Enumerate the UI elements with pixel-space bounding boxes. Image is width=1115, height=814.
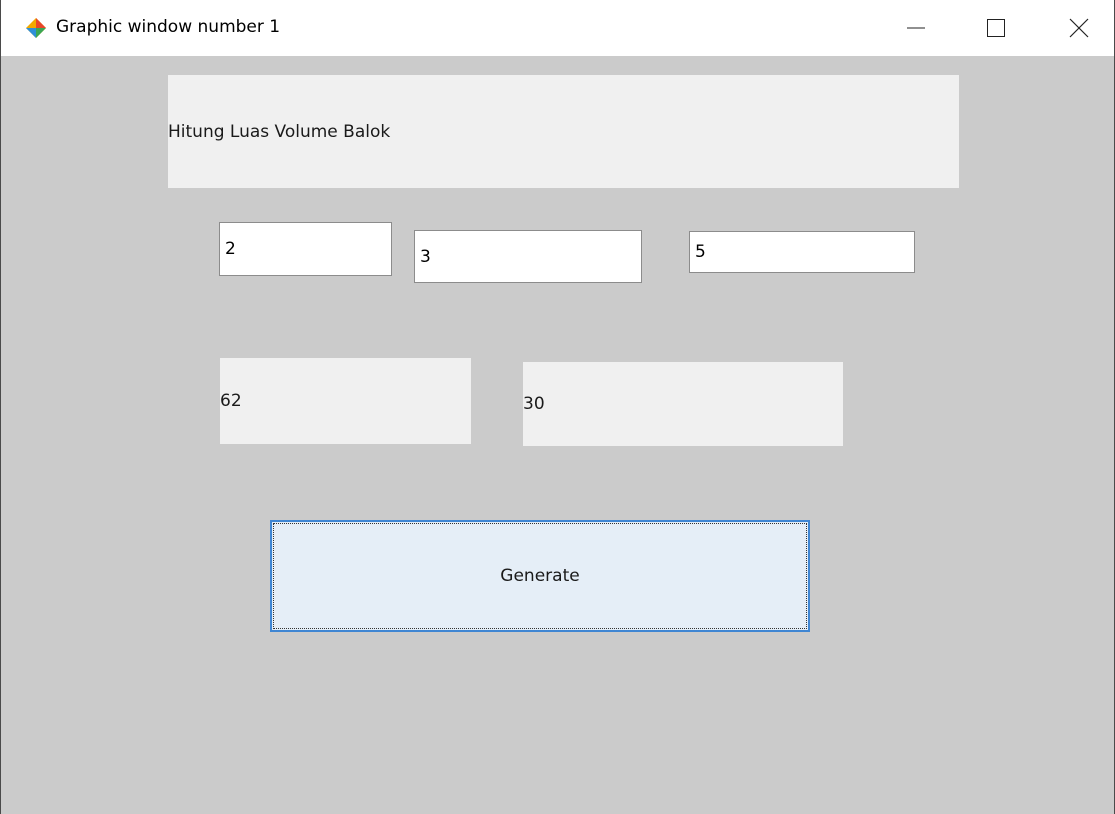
maximize-icon [987, 19, 1005, 37]
result-surface-area-value: 62 [220, 391, 242, 411]
minimize-icon [907, 27, 925, 29]
input-height[interactable] [689, 231, 915, 273]
close-icon [1069, 18, 1089, 38]
minimize-button[interactable] [881, 0, 951, 56]
result-volume: 30 [523, 362, 843, 446]
generate-button-label: Generate [500, 566, 580, 586]
input-length[interactable] [219, 222, 392, 276]
input-width[interactable] [414, 230, 642, 283]
close-button[interactable] [1044, 0, 1114, 56]
result-surface-area: 62 [220, 358, 471, 444]
heading-frame: Hitung Luas Volume Balok [168, 75, 959, 188]
maximize-button[interactable] [961, 0, 1031, 56]
scilab-diamond-icon [26, 18, 46, 38]
heading-label: Hitung Luas Volume Balok [168, 121, 391, 142]
generate-button[interactable]: Generate [270, 520, 810, 632]
window-title: Graphic window number 1 [56, 17, 281, 37]
figure-canvas: Hitung Luas Volume Balok 62 30 Generate [1, 56, 1114, 814]
title-bar[interactable]: Graphic window number 1 [1, 0, 1114, 56]
result-volume-value: 30 [523, 394, 545, 414]
graphic-window: Graphic window number 1 Hitung Luas Volu… [0, 0, 1115, 814]
